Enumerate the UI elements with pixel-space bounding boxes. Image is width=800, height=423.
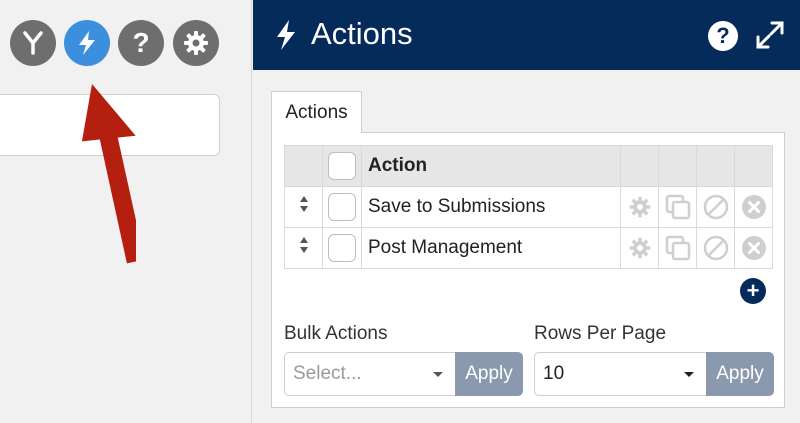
panel-header: Actions ? — [253, 0, 800, 70]
drag-handle[interactable] — [284, 186, 323, 228]
action-label[interactable]: Post Management — [361, 227, 621, 269]
chevron-down-icon — [433, 372, 443, 377]
tab-content: Action Save to Submissions Post Manageme… — [271, 132, 785, 408]
chevron-down-icon — [684, 372, 694, 377]
panel-title: Actions — [311, 16, 413, 51]
delete-icon[interactable] — [741, 194, 767, 220]
help-icon[interactable]: ? — [708, 21, 738, 51]
bulk-actions-label: Bulk Actions — [284, 323, 388, 344]
table-row: Save to Submissions — [284, 186, 773, 228]
gear-icon[interactable] — [628, 195, 652, 219]
table-header-row: Action — [284, 145, 773, 187]
left-pane: ? — [0, 0, 252, 423]
bolt-icon — [277, 20, 295, 50]
help-button[interactable]: ? — [118, 20, 164, 66]
table-row: Post Management — [284, 227, 773, 269]
bolt-icon — [79, 31, 95, 55]
actions-table: Action Save to Submissions Post Manageme… — [284, 145, 773, 269]
drag-header-cell — [284, 145, 323, 187]
row-checkbox[interactable] — [328, 234, 356, 262]
expand-icon[interactable] — [754, 19, 786, 51]
rows-per-page-select[interactable]: 10 — [534, 352, 707, 396]
sort-icon — [299, 237, 308, 253]
gear-icon[interactable] — [628, 236, 652, 260]
row-checkbox[interactable] — [328, 193, 356, 221]
gear-icon — [184, 31, 208, 55]
rows-apply-button[interactable]: Apply — [706, 352, 774, 396]
add-action-button[interactable]: + — [740, 278, 766, 304]
duplicate-icon[interactable] — [665, 194, 691, 220]
duplicate-icon[interactable] — [665, 235, 691, 261]
actions-button[interactable] — [64, 20, 110, 66]
rows-per-page-label: Rows Per Page — [534, 323, 667, 344]
actions-panel: Actions ? Actions Action Save to Submiss… — [253, 0, 800, 423]
settings-button[interactable] — [173, 20, 219, 66]
disable-icon[interactable] — [703, 235, 729, 261]
bulk-actions-select[interactable]: Select... — [284, 352, 456, 396]
rows-per-page-value: 10 — [543, 363, 565, 384]
help-icon: ? — [132, 27, 150, 58]
select-all-cell — [322, 145, 362, 187]
bulk-actions-placeholder: Select... — [293, 363, 362, 384]
red-arrow-annotation — [81, 84, 136, 264]
select-all-checkbox[interactable] — [328, 152, 356, 180]
merge-icon — [23, 31, 43, 55]
delete-icon[interactable] — [741, 235, 767, 261]
tab-actions[interactable]: Actions — [271, 91, 362, 133]
sort-icon — [299, 196, 308, 212]
bulk-apply-button[interactable]: Apply — [455, 352, 523, 396]
disable-icon[interactable] — [703, 194, 729, 220]
action-label[interactable]: Save to Submissions — [361, 186, 621, 228]
merge-button[interactable] — [10, 20, 56, 66]
drag-handle[interactable] — [284, 227, 323, 269]
action-column-header: Action — [361, 145, 621, 187]
